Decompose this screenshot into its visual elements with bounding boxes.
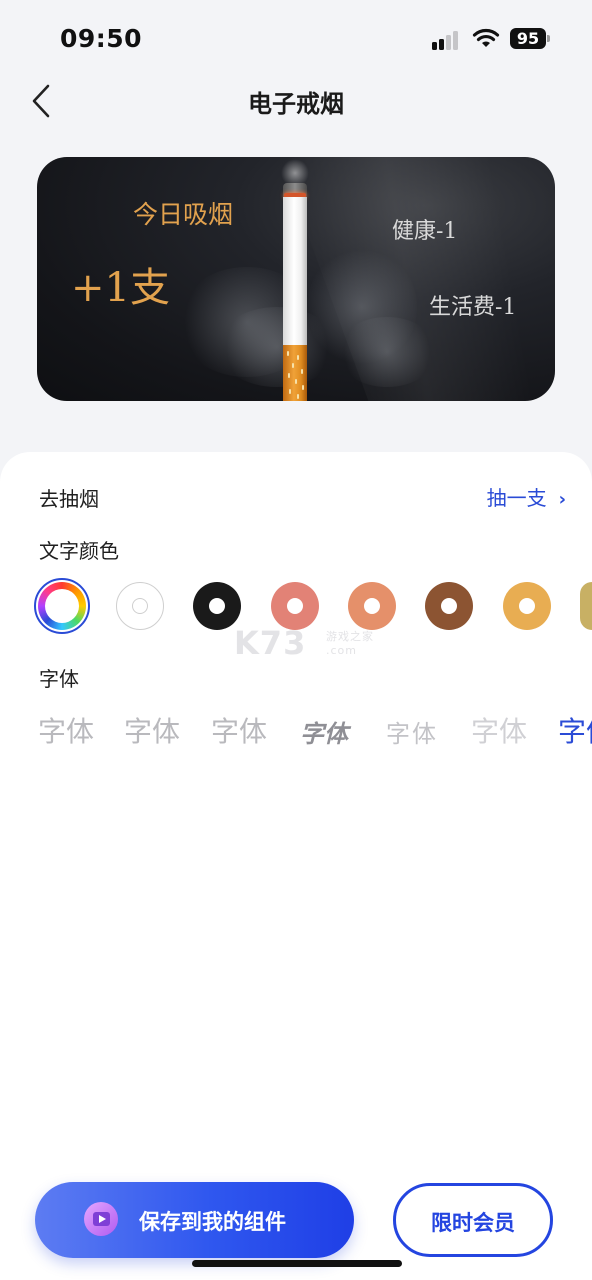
smoke-count: +1支 [71, 265, 170, 311]
smoke-one-link[interactable]: 抽一支 › [487, 482, 566, 511]
color-swatch-black[interactable] [193, 582, 241, 630]
font-option-6[interactable]: 字体 [471, 710, 527, 750]
color-swatch-amber[interactable] [503, 582, 551, 630]
vip-button-label: 限时会员 [431, 1211, 515, 1235]
status-time: 09:50 [60, 24, 143, 53]
living-cost-stat: 生活费-1 [429, 295, 517, 320]
font-option-5[interactable]: 字体 [386, 714, 438, 749]
font-option-3[interactable]: 字体 [211, 710, 267, 750]
widget-preview-card: 今日吸烟 +1支 健康-1 生活费-1 [37, 157, 555, 401]
home-indicator [192, 1260, 402, 1267]
text-color-label: 文字颜色 [39, 539, 119, 563]
smoke-one-label: 抽一支 [486, 486, 547, 510]
color-swatch-khaki[interactable] [580, 582, 592, 630]
font-option-7[interactable]: 字体 [558, 710, 592, 750]
battery-icon: 95 [510, 28, 550, 49]
cellular-signal-icon [432, 30, 464, 50]
font-option-1[interactable]: 字体 [38, 710, 94, 750]
save-to-widgets-button[interactable]: 保存到我的组件 [35, 1182, 354, 1258]
watermark-logo: K73 游戏之家 .com [234, 624, 374, 662]
limited-vip-button[interactable]: 限时会员 [393, 1183, 553, 1257]
smoke-row-label: 去抽烟 [39, 487, 99, 511]
color-swatch-rainbow[interactable] [38, 582, 86, 630]
status-bar: 09:50 95 [0, 0, 592, 74]
save-button-label: 保存到我的组件 [139, 1210, 286, 1234]
color-swatch-brown[interactable] [425, 582, 473, 630]
color-swatch-peach[interactable] [348, 582, 396, 630]
today-smoked-label: 今日吸烟 [133, 200, 234, 229]
health-stat: 健康-1 [392, 219, 458, 244]
color-swatch-white[interactable] [116, 582, 164, 630]
font-option-2[interactable]: 字体 [124, 710, 180, 750]
chevron-right-icon: › [558, 489, 566, 510]
page-title: 电子戒烟 [248, 90, 344, 118]
settings-sheet: 去抽烟 抽一支 › 文字颜色 K73 游戏之家 .com 字体 字体 字体 字体 字… [0, 452, 592, 1280]
play-video-icon [84, 1202, 118, 1236]
battery-level: 95 [510, 28, 546, 49]
cigarette-image [281, 157, 311, 401]
font-option-4[interactable]: 字体 [300, 714, 348, 749]
color-swatch-salmon[interactable] [271, 582, 319, 630]
font-label: 字体 [39, 667, 79, 691]
wifi-icon [472, 27, 500, 49]
